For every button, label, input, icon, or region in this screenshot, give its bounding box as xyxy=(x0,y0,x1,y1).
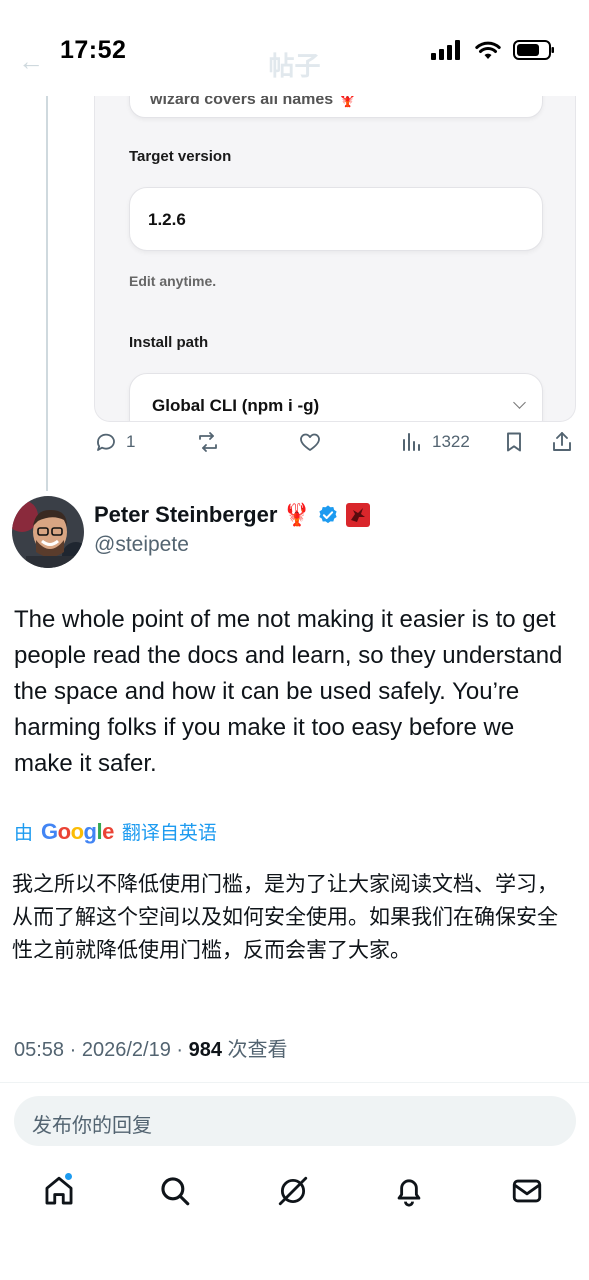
post-time: 05:58 xyxy=(14,1039,65,1061)
bell-icon xyxy=(397,1179,421,1207)
heart-icon xyxy=(300,433,320,451)
translate-prefix: 由 xyxy=(14,823,34,844)
name-field-text: wizard covers all names 🦞 xyxy=(150,96,358,108)
status-time: 17:52 xyxy=(60,36,127,64)
battery-icon xyxy=(513,40,554,60)
status-icons xyxy=(431,40,555,60)
views-button[interactable]: 1322 xyxy=(400,430,470,454)
install-path-label: Install path xyxy=(129,334,209,351)
reply-button[interactable]: 1 xyxy=(94,430,135,454)
divider xyxy=(0,1082,589,1083)
views-count: 1322 xyxy=(432,432,470,451)
nav-grok[interactable] xyxy=(276,1174,312,1210)
author-handle[interactable]: @steipete xyxy=(94,533,189,557)
nav-notifications[interactable] xyxy=(392,1174,428,1210)
like-button[interactable] xyxy=(298,430,322,454)
search-icon xyxy=(161,1177,190,1206)
author-name-row[interactable]: Peter Steinberger 🦞 xyxy=(94,502,371,528)
google-logo: Google xyxy=(41,818,114,844)
mail-icon xyxy=(512,1179,542,1203)
verified-badge-icon[interactable] xyxy=(317,504,339,526)
home-indicator xyxy=(0,1240,589,1280)
chevron-down-icon xyxy=(513,396,526,409)
notification-dot xyxy=(64,1172,73,1181)
bookmark-button[interactable] xyxy=(502,430,526,454)
media-image[interactable]: wizard covers all names 🦞 Target version… xyxy=(94,96,576,422)
reply-count: 1 xyxy=(126,432,136,451)
bottom-nav xyxy=(0,1166,589,1226)
avatar[interactable] xyxy=(12,496,84,568)
status-bar: ← 帖子 17:52 xyxy=(0,0,589,96)
name-field: wizard covers all names 🦞 xyxy=(129,96,543,118)
repost-icon xyxy=(199,432,217,452)
install-path-field: Global CLI (npm i -g) xyxy=(129,373,543,421)
nav-home[interactable] xyxy=(42,1172,78,1210)
target-version-field: 1.2.6 xyxy=(129,187,543,251)
post-text: The whole point of me not making it easi… xyxy=(14,606,563,777)
author-emoji: 🦞 xyxy=(283,502,311,527)
reply-placeholder: 发布你的回复 xyxy=(32,1115,152,1137)
translated-text: 我之所以不降低使用门槛，是为了让大家阅读文档、学习，从而了解这个空间以及如何安全… xyxy=(12,873,558,962)
nav-search[interactable] xyxy=(158,1174,194,1210)
view-count: 984 xyxy=(188,1039,222,1061)
share-button[interactable] xyxy=(550,430,574,454)
bookmark-icon xyxy=(507,432,521,452)
thread-line xyxy=(46,96,48,491)
reply-input[interactable]: 发布你的回复 xyxy=(14,1096,576,1146)
repost-button[interactable] xyxy=(196,430,220,454)
reply-icon xyxy=(97,433,115,451)
target-version-value: 1.2.6 xyxy=(148,210,186,229)
edit-hint: Edit anytime. xyxy=(129,273,217,289)
view-label: 次查看 xyxy=(227,1039,288,1061)
signal-icon xyxy=(431,40,460,60)
action-bar: 1 1322 xyxy=(94,430,584,464)
translation-attribution[interactable]: 由 Google 翻译自英语 xyxy=(14,818,217,845)
author-name[interactable]: Peter Steinberger xyxy=(94,502,277,528)
post-meta: 05:58 · 2026/2/19 · 984 次查看 xyxy=(14,1039,288,1061)
translate-label[interactable]: 翻译自英语 xyxy=(122,818,217,845)
wifi-icon xyxy=(475,41,501,59)
install-path-value: Global CLI (npm i -g) xyxy=(152,396,320,415)
analytics-icon xyxy=(403,433,420,451)
target-version-label: Target version xyxy=(129,148,232,165)
nav-messages[interactable] xyxy=(510,1174,546,1210)
share-icon xyxy=(553,432,571,451)
post-date: 2026/2/19 xyxy=(81,1039,171,1061)
affiliate-badge-icon[interactable] xyxy=(345,502,371,528)
grok-icon xyxy=(278,1176,308,1206)
